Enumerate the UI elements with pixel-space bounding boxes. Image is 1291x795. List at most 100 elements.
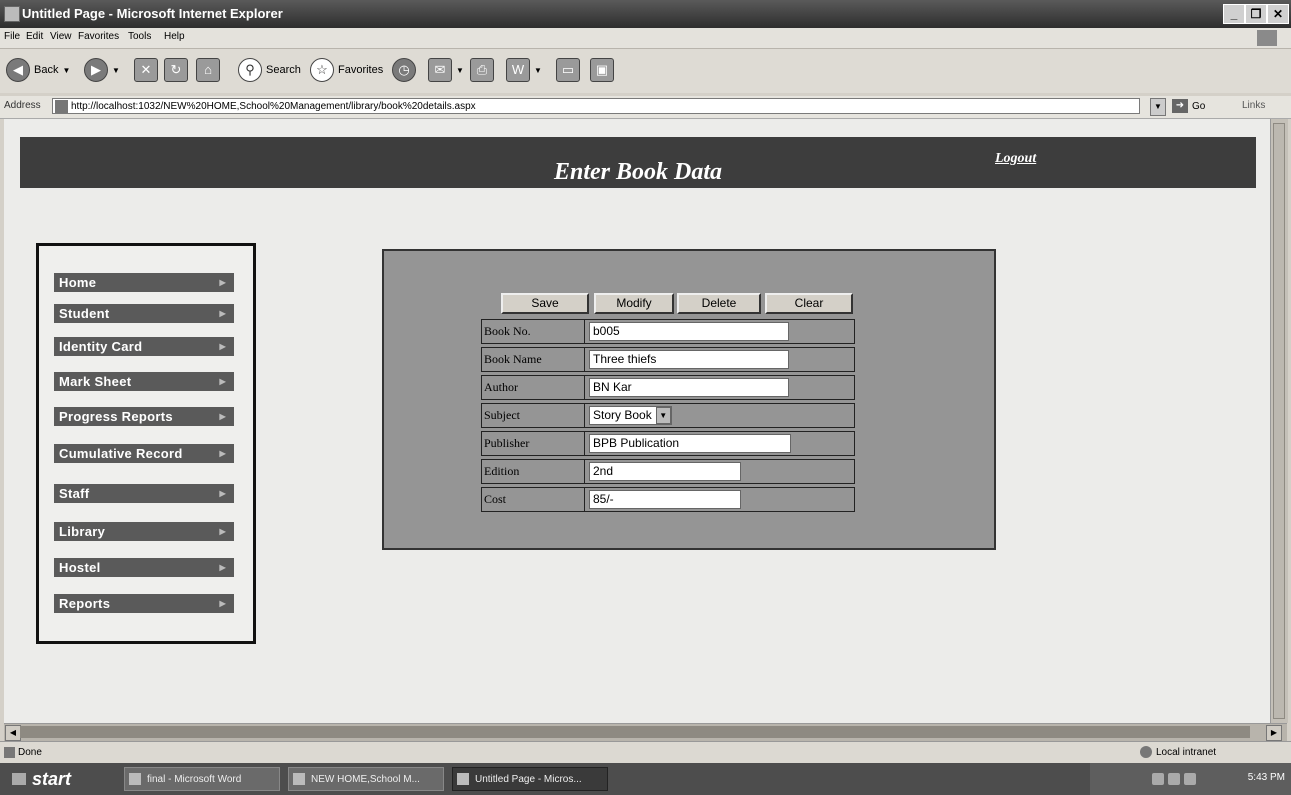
edit-button[interactable]: W ▼ <box>506 57 542 83</box>
chevron-right-icon: ▶ <box>219 412 226 421</box>
scrollbar-thumb[interactable] <box>1273 123 1285 719</box>
menu-file[interactable]: File <box>4 31 20 42</box>
save-button[interactable]: Save <box>501 293 589 314</box>
taskbar-item-word[interactable]: final - Microsoft Word <box>124 767 280 791</box>
address-input[interactable]: http://localhost:1032/NEW%20HOME,School%… <box>52 98 1140 114</box>
volume-icon[interactable] <box>1168 773 1180 785</box>
address-bar: Address http://localhost:1032/NEW%20HOME… <box>0 96 1291 119</box>
mail-button[interactable]: ✉ ▼ <box>428 57 464 83</box>
nav-item-home[interactable]: Home ▶ <box>54 273 234 292</box>
menu-help[interactable]: Help <box>164 31 185 42</box>
home-button[interactable]: ⌂ <box>196 57 220 83</box>
subject-label: Subject <box>482 404 585 427</box>
form-row-book-name: Book Name Three thiefs <box>481 347 855 372</box>
sidebar-nav: Home ▶ Student ▶ Identity Card ▶ Mark Sheet… <box>36 243 256 644</box>
author-input[interactable]: BN Kar <box>589 378 789 397</box>
word-icon: W <box>506 58 530 82</box>
cost-input[interactable]: 85/- <box>589 490 741 509</box>
network-icon[interactable] <box>1152 773 1164 785</box>
forward-button[interactable]: ▶ ▼ <box>84 57 120 83</box>
menu-favorites[interactable]: Favorites <box>78 31 119 42</box>
nav-item-staff[interactable]: Staff ▶ <box>54 484 234 503</box>
scrollbar-thumb[interactable] <box>20 726 1250 738</box>
form-row-edition: Edition 2nd <box>481 459 855 484</box>
history-button[interactable]: ◷ <box>392 57 416 83</box>
page-done-icon <box>4 747 15 758</box>
discuss-button[interactable]: ▭ <box>556 57 580 83</box>
nav-item-hostel[interactable]: Hostel ▶ <box>54 558 234 577</box>
mail-icon: ✉ <box>428 58 452 82</box>
scroll-right-icon[interactable]: ▶ <box>1266 725 1282 741</box>
stop-button[interactable]: ✕ <box>134 57 158 83</box>
nav-label: Home <box>59 275 97 290</box>
horizontal-scrollbar[interactable]: ◀ ▶ <box>4 723 1287 741</box>
refresh-button[interactable]: ↻ <box>164 57 188 83</box>
book-no-input[interactable]: b005 <box>589 322 789 341</box>
logout-link[interactable]: Logout <box>995 151 1036 167</box>
menubar: File Edit View Favorites Tools Help <box>0 28 1291 48</box>
nav-item-mark-sheet[interactable]: Mark Sheet ▶ <box>54 372 234 391</box>
address-dropdown-button[interactable]: ▼ <box>1150 98 1166 116</box>
nav-item-identity-card[interactable]: Identity Card ▶ <box>54 337 234 356</box>
search-button[interactable]: ⚲ Search <box>238 57 301 83</box>
minimize-button[interactable]: _ <box>1223 4 1245 24</box>
tray-app-icon[interactable] <box>1184 773 1196 785</box>
chevron-right-icon: ▶ <box>219 527 226 536</box>
go-button[interactable]: ➜ Go <box>1172 98 1205 114</box>
subject-select[interactable]: Story Book ▼ <box>589 406 672 425</box>
print-icon: ⎙ <box>470 58 494 82</box>
links-button[interactable]: Links <box>1242 100 1265 111</box>
taskbar-item-ie[interactable]: Untitled Page - Micros... <box>452 767 608 791</box>
chevron-right-icon: ▶ <box>219 489 226 498</box>
chevron-right-icon: ▶ <box>219 449 226 458</box>
taskbar-item-explorer[interactable]: NEW HOME,School M... <box>288 767 444 791</box>
print-button[interactable]: ⎙ <box>470 57 494 83</box>
nav-item-cumulative-record[interactable]: Cumulative Record ▶ <box>54 444 234 463</box>
favorites-button[interactable]: ☆ Favorites <box>310 57 383 83</box>
book-name-label: Book Name <box>482 348 585 371</box>
scroll-left-icon[interactable]: ◀ <box>5 725 21 741</box>
delete-button[interactable]: Delete <box>677 293 761 314</box>
globe-icon <box>1140 746 1152 758</box>
zone-label: Local intranet <box>1156 746 1217 758</box>
chevron-down-icon: ▼ <box>534 65 542 75</box>
nav-item-reports[interactable]: Reports ▶ <box>54 594 234 613</box>
messenger-icon: ▣ <box>590 58 614 82</box>
page-title: Enter Book Data <box>553 159 723 185</box>
discuss-icon: ▭ <box>556 58 580 82</box>
stop-icon: ✕ <box>134 58 158 82</box>
messenger-button[interactable]: ▣ <box>590 57 614 83</box>
windows-logo-icon <box>1257 30 1277 46</box>
form-row-subject: Subject Story Book ▼ <box>481 403 855 428</box>
nav-label: Hostel <box>59 560 101 575</box>
edition-input[interactable]: 2nd <box>589 462 741 481</box>
chevron-down-icon: ▼ <box>655 407 671 424</box>
nav-item-library[interactable]: Library ▶ <box>54 522 234 541</box>
maximize-button[interactable]: ❐ <box>1245 4 1267 24</box>
clear-button[interactable]: Clear <box>765 293 853 314</box>
nav-label: Progress Reports <box>59 409 173 424</box>
back-label: Back <box>34 64 59 76</box>
book-name-input[interactable]: Three thiefs <box>589 350 789 369</box>
start-button[interactable]: start <box>10 766 110 792</box>
back-button[interactable]: ◀ Back ▼ <box>6 57 70 83</box>
ie-icon <box>457 773 469 785</box>
nav-item-student[interactable]: Student ▶ <box>54 304 234 323</box>
history-icon: ◷ <box>392 58 416 82</box>
chevron-down-icon: ▼ <box>62 65 71 75</box>
modify-button[interactable]: Modify <box>594 293 674 314</box>
publisher-input[interactable]: BPB Publication <box>589 434 791 453</box>
forward-arrow-icon: ▶ <box>84 58 108 82</box>
back-arrow-icon: ◀ <box>6 58 30 82</box>
menu-edit[interactable]: Edit <box>26 31 43 42</box>
chevron-right-icon: ▶ <box>219 278 226 287</box>
menu-tools[interactable]: Tools <box>128 31 151 42</box>
toolbar: ◀ Back ▼ ▶ ▼ ✕ ↻ ⌂ ⚲ Search ☆ Favorites … <box>0 48 1291 93</box>
nav-item-progress-reports[interactable]: Progress Reports ▶ <box>54 407 234 426</box>
ie-icon <box>4 6 20 22</box>
menu-view[interactable]: View <box>50 31 72 42</box>
nav-label: Staff <box>59 486 90 501</box>
close-button[interactable]: ✕ <box>1267 4 1289 24</box>
go-label: Go <box>1192 100 1206 112</box>
vertical-scrollbar[interactable] <box>1270 119 1288 723</box>
